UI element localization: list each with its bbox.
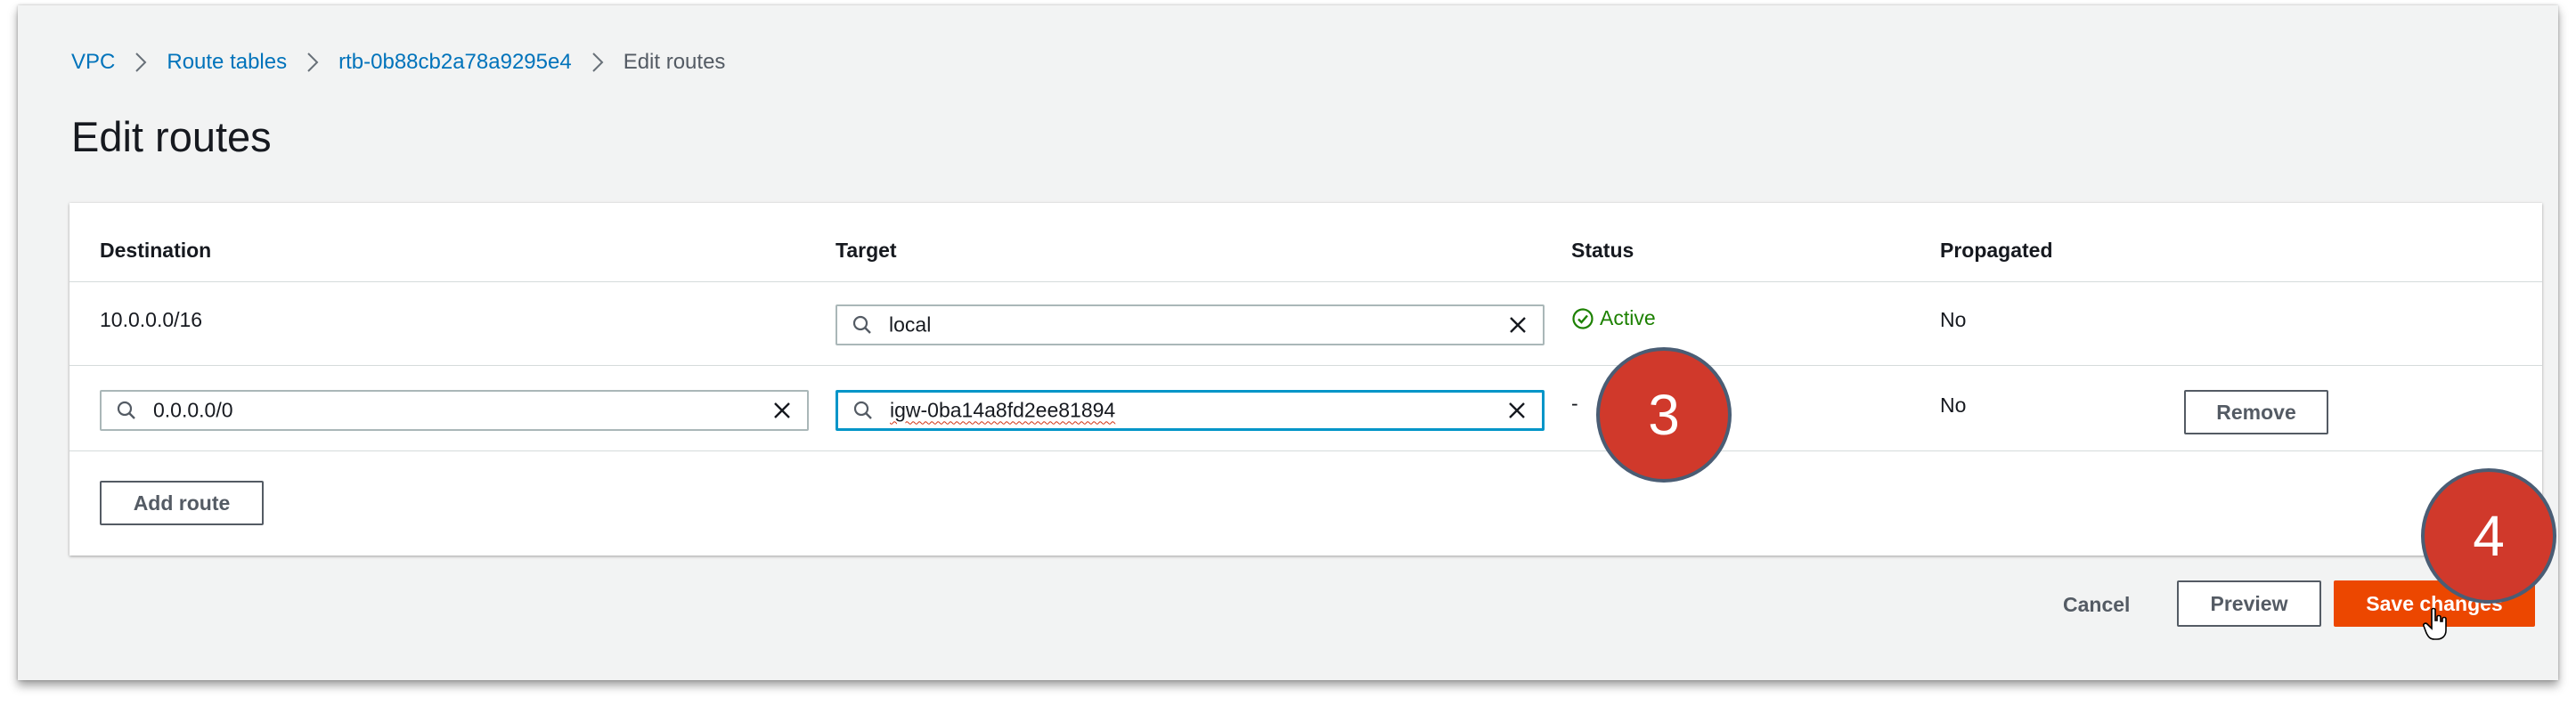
search-icon [852,314,873,336]
clear-icon[interactable] [1506,400,1528,421]
search-icon [852,400,874,421]
row2-status: - [1571,392,1578,415]
hand-cursor-icon [2423,607,2450,641]
breadcrumb-route-table-id[interactable]: rtb-0b88cb2a78a9295e4 [338,50,572,75]
console-window: VPC Route tables rtb-0b88cb2a78a9295e4 E… [18,5,2558,680]
row2-destination-input[interactable]: 0.0.0.0/0 [100,390,809,431]
header-divider [69,281,2542,282]
clear-icon[interactable] [771,400,793,421]
row2-target-value: igw-0ba14a8fd2ee81894 [890,398,1116,422]
breadcrumb-vpc[interactable]: VPC [71,50,115,75]
row1-destination: 10.0.0.0/16 [100,308,203,331]
chevron-right-icon [135,52,147,73]
remove-button[interactable]: Remove [2184,390,2328,434]
step-3-marker: 3 [1596,347,1732,483]
row1-target-value: local [889,312,932,337]
row-divider [69,365,2542,366]
step-4-marker: 4 [2421,468,2556,604]
header-status: Status [1571,239,1634,262]
row1-status: Active [1571,306,1656,330]
row2-propagated: No [1940,394,1967,417]
routes-table-panel: Destination Target Status Propagated 10.… [69,203,2542,556]
add-route-button[interactable]: Add route [100,481,264,525]
row1-target-input[interactable]: local [836,304,1545,345]
header-propagated: Propagated [1940,239,2053,262]
header-destination: Destination [100,239,212,262]
breadcrumb-route-tables[interactable]: Route tables [167,50,287,75]
check-circle-icon [1571,307,1594,330]
row1-status-text: Active [1600,306,1656,329]
breadcrumb: VPC Route tables rtb-0b88cb2a78a9295e4 E… [71,48,725,77]
chevron-right-icon [591,52,604,73]
search-icon [116,400,137,421]
row2-target-input[interactable]: igw-0ba14a8fd2ee81894 [836,390,1545,431]
breadcrumb-current: Edit routes [623,50,726,74]
header-target: Target [836,239,897,262]
preview-button[interactable]: Preview [2177,580,2321,627]
chevron-right-icon [306,52,319,73]
row-divider [69,450,2542,451]
row2-destination-value: 0.0.0.0/0 [153,398,233,422]
page-title: Edit routes [71,113,272,160]
row1-propagated: No [1940,308,1967,331]
cancel-button[interactable]: Cancel [2063,593,2130,617]
clear-icon[interactable] [1507,314,1528,336]
